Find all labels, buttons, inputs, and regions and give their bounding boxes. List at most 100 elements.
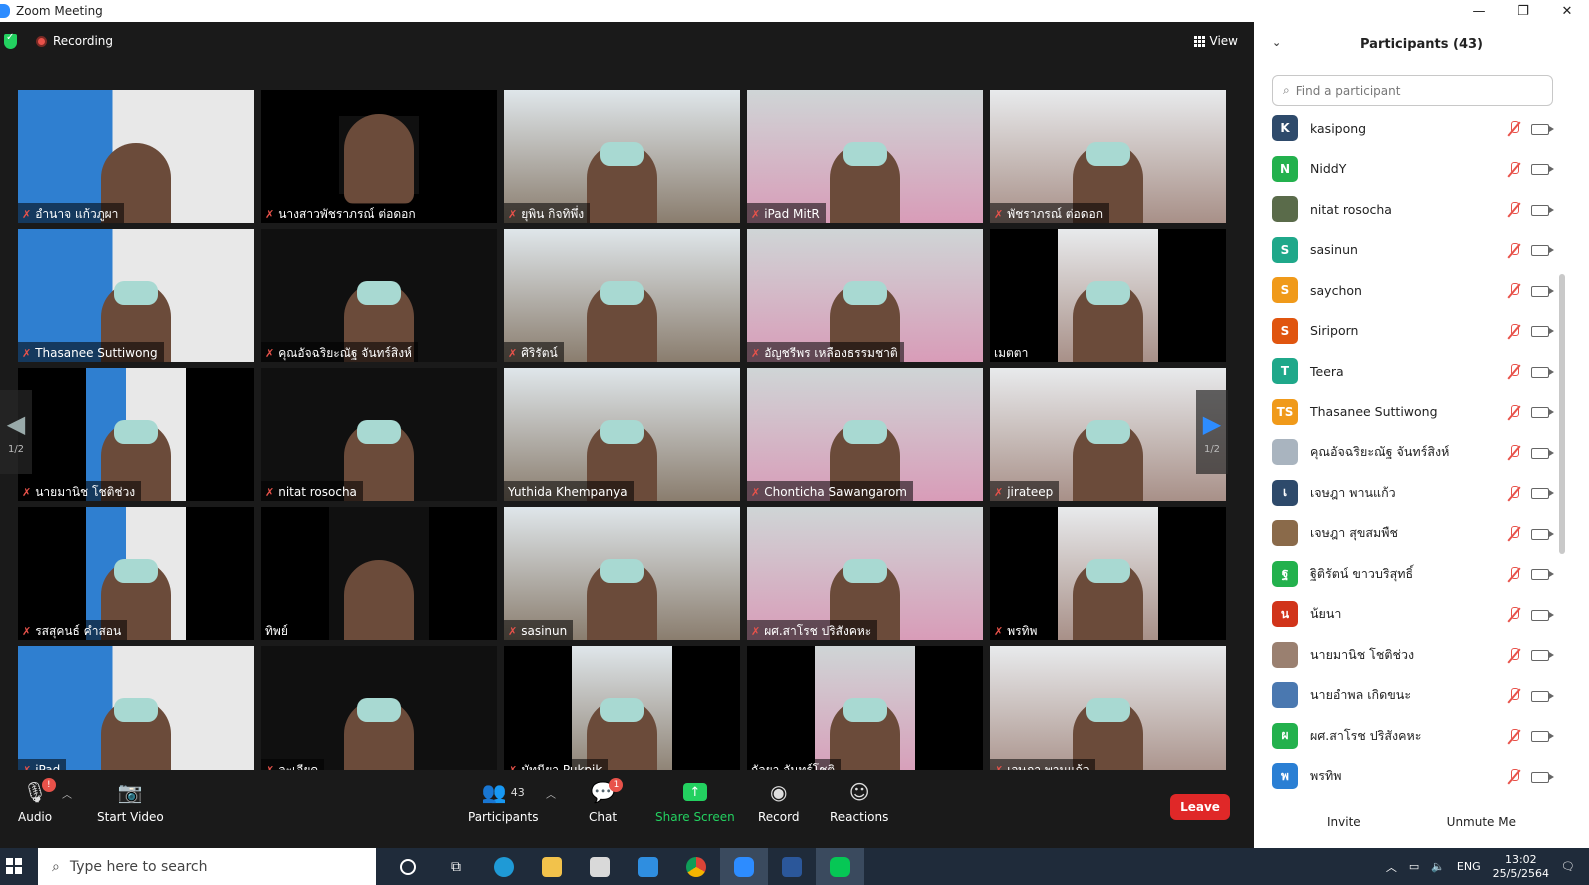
participant-row[interactable]: Ssasinun [1254, 230, 1559, 271]
video-tile[interactable]: ✗ พรทิพ [990, 507, 1226, 640]
start-video-button[interactable]: 📷 Start Video [97, 778, 164, 824]
recording-indicator[interactable]: Recording [36, 34, 113, 48]
video-tile[interactable]: ✗ พัชราภรณ์ ต่อดอก [990, 90, 1226, 223]
video-tile[interactable]: ✗เจษฎา พานแก้ว [990, 646, 1226, 779]
participant-row[interactable]: T Teera [1254, 351, 1559, 392]
participant-row[interactable]: คุณอัจฉริยะณัฐ จันทร์สิงห์ [1254, 432, 1559, 473]
mic-muted-icon [1507, 445, 1521, 461]
clock-date: 25/5/2564 [1492, 866, 1550, 880]
minimize-button[interactable]: — [1457, 0, 1501, 22]
participants-button[interactable]: 👥 43 Participants [468, 778, 539, 824]
mail-icon[interactable] [624, 848, 672, 885]
video-tile[interactable]: ✗ iPad MitR [747, 90, 983, 223]
video-tile-label: ✗ นางสาวพัชราภรณ์ ต่อดอก [261, 203, 422, 223]
chevron-down-icon[interactable]: ⌄ [1272, 36, 1281, 49]
record-label: Record [758, 810, 800, 824]
participant-list-scrollbar[interactable] [1559, 274, 1565, 554]
video-tile[interactable]: ✗ ผศ.สาโรช ปริสังคหะ [747, 507, 983, 640]
leave-button[interactable]: Leave [1170, 794, 1230, 820]
reactions-button[interactable]: ☺ Reactions [830, 778, 888, 824]
volume-icon[interactable]: 🔈 [1431, 860, 1445, 873]
language-indicator[interactable]: ENG [1457, 860, 1481, 873]
participant-row[interactable]: ผ ผศ.สาโรช ปริสังคหะ [1254, 716, 1559, 757]
video-tile[interactable]: ✗ Chonticha Sawangarom [747, 368, 983, 501]
invite-button[interactable]: Invite [1313, 811, 1375, 833]
close-button[interactable]: ✕ [1545, 0, 1589, 22]
face-mask [357, 420, 401, 444]
video-tile[interactable]: ✗ sasinun [504, 507, 740, 640]
video-tile[interactable]: ✗ jirateep [990, 368, 1226, 501]
participant-row[interactable]: TS Thasanee Suttiwong [1254, 392, 1559, 433]
participant-row[interactable]: ฐ ฐิติรัตน์ ขาวบริสุทธิ์ [1254, 554, 1559, 595]
participant-avatar: เ [1272, 479, 1298, 506]
share-screen-button[interactable]: ↑ Share Screen [655, 778, 735, 824]
video-tile-label: ✗ พัชราภรณ์ ต่อดอก [990, 203, 1110, 223]
restore-button[interactable]: ❐ [1501, 0, 1545, 22]
windows-start-icon[interactable] [6, 858, 22, 874]
video-tile[interactable]: ✗ คุณอัจฉริยะณัฐ จันทร์สิงห์ [261, 229, 497, 362]
participant-row[interactable]: น น้ยนา [1254, 594, 1559, 635]
audio-button[interactable]: 🎙! Audio [18, 778, 56, 824]
participant-row[interactable]: เจษฎา สุขสมพืช [1254, 513, 1559, 554]
video-tile[interactable]: ✗ นางสาวพัชราภรณ์ ต่อดอก [261, 90, 497, 223]
mic-muted-icon [1507, 323, 1521, 340]
shield-icon[interactable] [4, 32, 17, 49]
file-explorer-icon[interactable] [528, 848, 576, 885]
participants-options-caret[interactable]: ︿ [546, 786, 556, 801]
participant-search-input[interactable]: ⌕ Find a participant [1272, 75, 1553, 106]
face-mask [600, 559, 644, 583]
video-tile[interactable]: ✗ ยุพิน กิจทิพึ่ง [504, 90, 740, 223]
arrow-left-icon: ◀ [6, 409, 26, 438]
mic-muted-icon [1507, 161, 1521, 178]
panel-title: Participants (43) [1360, 36, 1483, 52]
camera-off-icon [1531, 285, 1554, 297]
word-icon[interactable] [768, 848, 816, 885]
zoom-taskbar-icon[interactable] [720, 848, 768, 885]
video-tile[interactable]: Yuthida Khempanya [504, 368, 740, 501]
taskbar-clock[interactable]: 13:02 25/5/2564 [1493, 853, 1549, 881]
chat-button[interactable]: 💬 1 Chat [589, 778, 624, 824]
video-tile[interactable]: ✗ละเอียด [261, 646, 497, 779]
chevron-up-icon[interactable]: ︿ [1386, 859, 1397, 875]
task-view-icon[interactable]: ⧉ [432, 848, 480, 885]
previous-page-button[interactable]: ◀ 1/2 [0, 390, 32, 474]
cortana-icon[interactable] [384, 848, 432, 885]
video-tile[interactable]: ✗iPad [18, 646, 254, 779]
edge-icon[interactable] [480, 848, 528, 885]
store-icon[interactable] [576, 848, 624, 885]
next-page-button[interactable]: ▶ 1/2 [1196, 390, 1228, 474]
taskbar-search-input[interactable]: ⌕ Type here to search [38, 848, 376, 885]
video-tile[interactable]: กัลยา จันทร์โชติ [747, 646, 983, 779]
participant-row[interactable]: Ssaychon [1254, 270, 1559, 311]
video-tile[interactable]: ✗ อัญชรีพร เหลืองธรรมชาติ [747, 229, 983, 362]
participant-row[interactable]: นายมานิช โชติช่วง [1254, 635, 1559, 676]
participant-row[interactable]: S Siriporn [1254, 311, 1559, 352]
participant-row[interactable]: Kkasipong [1254, 108, 1559, 149]
unmute-me-button[interactable]: Unmute Me [1433, 811, 1530, 833]
chrome-icon[interactable] [672, 848, 720, 885]
view-button[interactable]: View [1193, 34, 1238, 48]
audio-options-caret[interactable]: ︿ [62, 786, 72, 801]
participant-row[interactable]: นายอำพล เกิดขนะ [1254, 675, 1559, 716]
record-dot-icon [36, 35, 47, 47]
participant-row[interactable]: nitat rosocha [1254, 189, 1559, 230]
video-tile[interactable]: ✗ อำนาจ แก้วภูผา [18, 90, 254, 223]
video-tile[interactable]: ✗ nitat rosocha [261, 368, 497, 501]
video-tile[interactable]: ✗ รสสุคนธ์ คำสอน [18, 507, 254, 640]
video-tile[interactable]: ทิพย์ [261, 507, 497, 640]
participant-name: kasipong [1310, 120, 1367, 136]
participant-row[interactable]: N NiddY [1254, 149, 1559, 190]
record-icon: ◉ [770, 780, 788, 804]
participant-status-icons [1507, 647, 1554, 664]
participant-row[interactable]: เ เจษฎา พานแก้ว [1254, 473, 1559, 514]
video-tile[interactable]: ✗ Thasanee Suttiwong [18, 229, 254, 362]
video-tile[interactable]: ✗ ศิริรัตน์ [504, 229, 740, 362]
record-button[interactable]: ◉ Record [758, 778, 799, 824]
notifications-icon[interactable]: 🗨 [1561, 860, 1575, 873]
network-icon[interactable]: ▭ [1409, 860, 1419, 873]
video-tile[interactable]: ✗ นายมานิช โชติช่วง [18, 368, 254, 501]
video-tile[interactable]: ✗มัทนียา Pukpik [504, 646, 740, 779]
video-tile[interactable]: เมตตา [990, 229, 1226, 362]
participant-row[interactable]: พ พรทิพ [1254, 756, 1559, 797]
line-icon[interactable] [816, 848, 864, 885]
